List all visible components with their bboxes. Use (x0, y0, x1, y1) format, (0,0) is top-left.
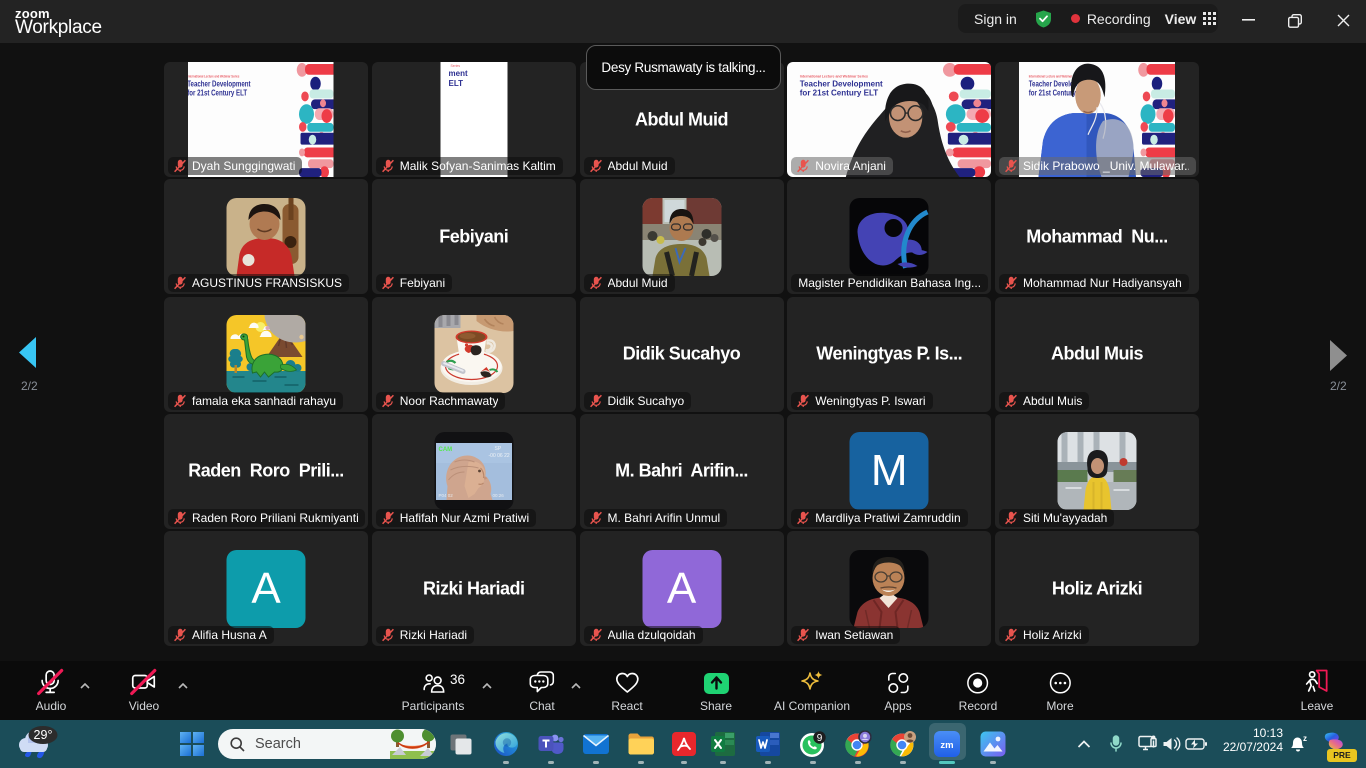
svg-text:ment: ment (448, 69, 467, 78)
svg-text:00:26: 00:26 (492, 493, 504, 498)
svg-text:zm: zm (940, 740, 953, 751)
svg-text:P04 02: P04 02 (438, 493, 453, 498)
svg-text:29°: 29° (34, 728, 53, 742)
svg-text:-00 06 22: -00 06 22 (488, 453, 509, 459)
svg-text:CAM: CAM (438, 447, 452, 453)
svg-text:z: z (1303, 734, 1307, 743)
svg-text:ELT: ELT (448, 79, 463, 88)
svg-text:9: 9 (817, 733, 823, 744)
svg-text:Series: Series (450, 64, 460, 68)
svg-text:SP: SP (494, 446, 501, 452)
